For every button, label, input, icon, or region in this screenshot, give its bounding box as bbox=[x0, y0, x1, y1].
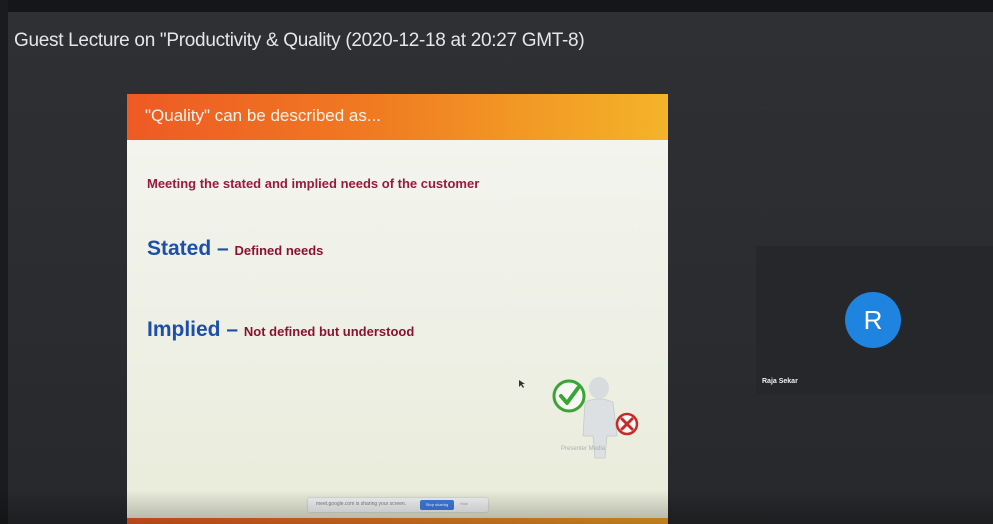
term-implied-description: Not defined but understood bbox=[243, 324, 415, 339]
participant-name: Raja Sekar bbox=[762, 378, 798, 385]
mouse-cursor-icon bbox=[519, 380, 525, 388]
term-stated-description: Defined needs bbox=[234, 243, 324, 258]
monitor-bezel-top bbox=[0, 0, 993, 12]
participant-tile[interactable]: R Raja Sekar bbox=[756, 246, 993, 394]
slide-bottom-stripe bbox=[127, 518, 668, 524]
meeting-screen: Guest Lecture on "Productivity & Quality… bbox=[0, 0, 993, 524]
meeting-title: Guest Lecture on "Productivity & Quality… bbox=[14, 30, 585, 51]
participant-avatar: R bbox=[845, 292, 901, 348]
term-implied: Implied bbox=[147, 318, 221, 341]
figure-caption: Presenter Media bbox=[561, 446, 606, 452]
term-dash: – bbox=[220, 318, 244, 341]
shared-slide: "Quality" can be described as... Meeting… bbox=[127, 94, 668, 524]
stop-sharing-button[interactable]: Stop sharing bbox=[420, 500, 454, 510]
hide-share-bar-button[interactable]: Hide bbox=[460, 501, 468, 506]
screen-share-bar: meet.google.com is sharing your screen. … bbox=[308, 498, 488, 512]
monitor-bezel-left bbox=[0, 0, 8, 524]
slide-header-text: "Quality" can be described as... bbox=[145, 106, 382, 125]
slide-main-line: Meeting the stated and implied needs of … bbox=[147, 176, 480, 191]
term-row-implied: Implied – Not defined but understood bbox=[147, 318, 414, 342]
slide-header-bar: "Quality" can be described as... bbox=[127, 94, 668, 140]
term-dash: – bbox=[211, 237, 235, 260]
term-row-stated: Stated – Defined needs bbox=[147, 237, 323, 261]
term-stated: Stated bbox=[147, 237, 212, 260]
share-bar-message: meet.google.com is sharing your screen. bbox=[316, 501, 407, 507]
